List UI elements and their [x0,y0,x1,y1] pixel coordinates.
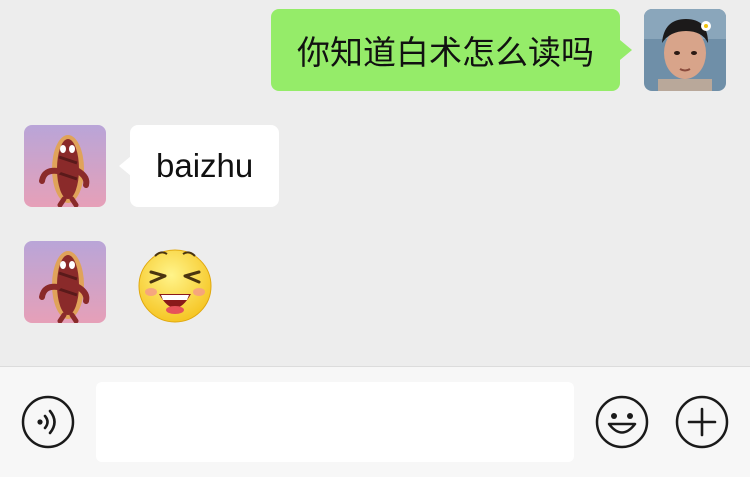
their-avatar[interactable] [24,125,106,207]
laughing-squint-emoji [138,249,212,323]
plus-button[interactable] [675,395,729,449]
hotdog-character-avatar [24,125,106,207]
message-text: baizhu [156,147,254,184]
chat-area: 你知道白术怎么读吗 baizhu [0,0,750,366]
voice-button[interactable] [21,395,75,449]
my-message-bubble[interactable]: 你知道白术怎么读吗 [271,9,620,91]
boy-photo-avatar [644,9,726,91]
message-text: 你知道白术怎么读吗 [297,33,594,72]
message-input[interactable] [96,382,574,462]
input-bar [0,366,750,477]
plus-icon [675,395,729,449]
bubble-tail [620,40,632,60]
hotdog-character-avatar [24,241,106,323]
my-avatar[interactable] [644,9,726,91]
voice-icon [21,395,75,449]
emoji-message[interactable] [135,244,215,324]
smiley-icon [595,395,649,449]
their-message-bubble[interactable]: baizhu [130,125,280,207]
emoji-button[interactable] [595,395,649,449]
their-avatar[interactable] [24,241,106,323]
